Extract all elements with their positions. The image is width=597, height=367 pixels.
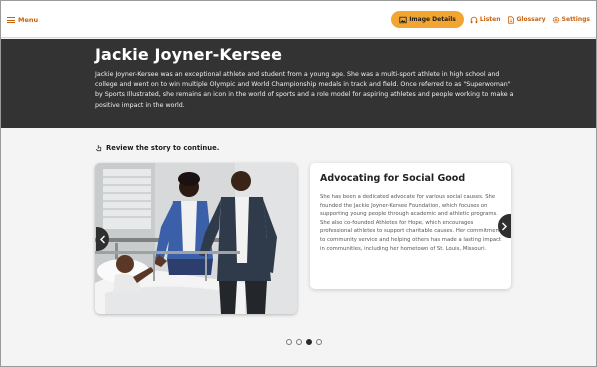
- pointer-hand-icon: [95, 144, 102, 152]
- settings-button[interactable]: Settings: [552, 11, 590, 28]
- pagination-dot-3[interactable]: [306, 339, 312, 345]
- listen-button[interactable]: Listen: [470, 11, 501, 28]
- headphones-icon: [470, 16, 478, 23]
- chevron-right-icon: [502, 222, 507, 230]
- top-bar: Menu Image Details Listen Glossary Setti…: [1, 1, 596, 38]
- menu-button[interactable]: Menu: [7, 13, 38, 27]
- pagination-dot-4[interactable]: [316, 339, 322, 345]
- story-photo: [95, 163, 297, 314]
- listen-label: Listen: [479, 16, 501, 23]
- slide-pagination: [286, 339, 322, 345]
- story-card: Advocating for Social Good She has been …: [310, 163, 511, 289]
- image-details-button[interactable]: Image Details: [391, 11, 464, 28]
- menu-label: Menu: [18, 16, 39, 24]
- hamburger-icon: [7, 17, 15, 23]
- app-frame: Menu Image Details Listen Glossary Setti…: [0, 0, 597, 367]
- document-icon: [507, 15, 514, 24]
- slide-body: She has been a dedicated advocate for va…: [320, 194, 502, 252]
- hero-banner: Jackie Joyner-Kersee Jackie Joyner-Kerse…: [1, 39, 596, 128]
- glossary-button[interactable]: Glossary: [507, 11, 546, 28]
- hero-description: Jackie Joyner-Kersee was an exceptional …: [95, 71, 514, 109]
- hospital-visit-illustration: [95, 163, 297, 314]
- pagination-dot-2[interactable]: [296, 339, 302, 345]
- review-instruction: Review the story to continue.: [95, 144, 219, 152]
- gear-icon: [552, 16, 559, 23]
- image-details-label: Image Details: [409, 16, 456, 23]
- instruction-text: Review the story to continue.: [106, 144, 220, 152]
- image-icon: [399, 16, 407, 23]
- toolbar: Image Details Listen Glossary Settings: [391, 11, 590, 28]
- settings-label: Settings: [561, 16, 590, 23]
- chevron-left-icon: [100, 235, 105, 243]
- glossary-label: Glossary: [516, 16, 546, 23]
- slide-title: Advocating for Social Good: [320, 173, 466, 184]
- page-title: Jackie Joyner-Kersee: [95, 45, 283, 64]
- pagination-dot-1[interactable]: [286, 339, 292, 345]
